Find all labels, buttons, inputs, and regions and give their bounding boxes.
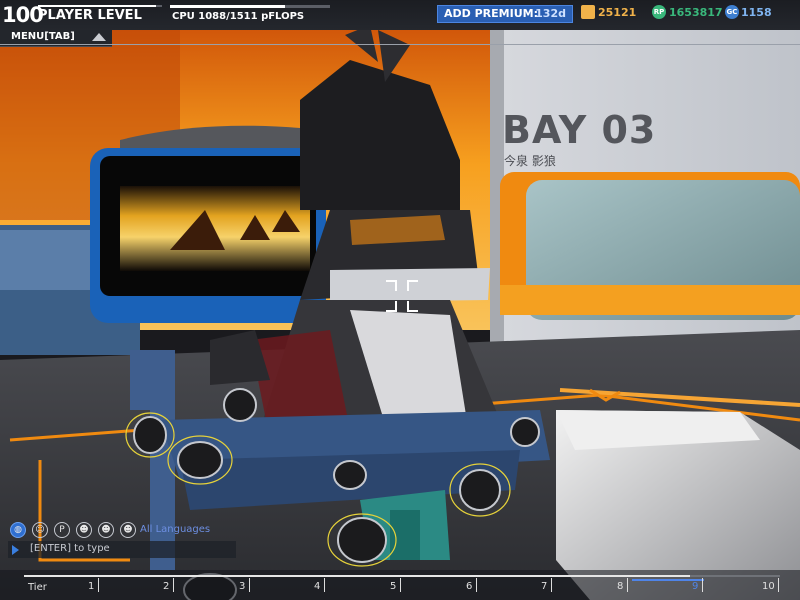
menu-label: MENU[TAB] [11,31,75,42]
globe-icon[interactable]: ◍ [10,522,26,538]
chat-arrow-icon [12,545,19,555]
cpu-usage-label: CPU 1088/1511 pFLOPS [172,11,305,22]
menu-divider [0,44,800,45]
chat-input-hint: [ENTER] to type [30,543,110,554]
clan-icon[interactable]: ☻ [98,522,114,538]
chat-language-filter[interactable]: All Languages [140,524,210,535]
clan-icon-2[interactable]: ☻ [120,522,136,538]
cpu-usage-fill [170,5,286,8]
party-icon[interactable]: P [54,522,70,538]
tier-tick [627,578,628,592]
rp-coin-icon: RP [652,5,666,19]
tier-7-button[interactable]: 7 [541,581,547,592]
tier-4-button[interactable]: 4 [314,581,320,592]
tier-tick [324,578,325,592]
tier-progress-line [24,575,690,577]
robits-crate-icon [581,5,595,19]
tier-10-button[interactable]: 10 [762,581,775,592]
hangar-scene [0,25,800,600]
player-level-label: PLAYER LEVEL [38,8,142,23]
tier-tick [702,578,703,592]
level-progress-fill [38,5,156,7]
tier-2-button[interactable]: 2 [163,581,169,592]
tier-tick [476,578,477,592]
bay-title: BAY 03 [502,108,657,152]
tier-tick [98,578,99,592]
chat-channel-tabs: ◍ ☺ P ☻ ☻ ☻ All Languages [8,521,228,539]
tier-9-button[interactable]: 9 [692,581,698,592]
tier-tick [400,578,401,592]
robits-balance: 25121 [598,6,637,19]
tier-6-button[interactable]: 6 [466,581,472,592]
top-status-bar: 100 PLAYER LEVEL CPU 1088/1511 pFLOPS AD… [0,0,800,30]
tier-selector: Tier 1 2 3 4 5 6 7 8 9 10 [0,570,800,600]
player-level-number: 100 [2,3,44,27]
friends-icon[interactable]: ☻ [76,522,92,538]
tier-tick [551,578,552,592]
chat-input[interactable]: [ENTER] to type [8,541,236,558]
add-premium-label: ADD PREMIUM: [444,7,538,20]
tier-tick [778,578,779,592]
cpu-usage-bar [170,5,330,8]
bay-subtitle: 今泉 影狼 [504,154,556,168]
person-icon[interactable]: ☺ [32,522,48,538]
tier-label: Tier [28,582,47,593]
chat-panel: ◍ ☺ P ☻ ☻ ☻ All Languages [ENTER] to typ… [8,521,238,561]
tier-8-button[interactable]: 8 [617,581,623,592]
tier-tick [249,578,250,592]
level-progress-bar [38,5,162,7]
add-premium-button[interactable]: ADD PREMIUM: 132d [437,5,573,23]
tier-3-button[interactable]: 3 [239,581,245,592]
chevron-up-icon [92,33,106,41]
gc-coin-icon: GC [725,5,739,19]
tier-1-button[interactable]: 1 [88,581,94,592]
tier-remaining-line [690,575,780,577]
premium-days-remaining: 132d [535,7,566,20]
gc-balance: 1158 [741,6,772,19]
tier-tick [173,578,174,592]
tier-5-button[interactable]: 5 [390,581,396,592]
rp-balance: 1653817 [669,6,723,19]
